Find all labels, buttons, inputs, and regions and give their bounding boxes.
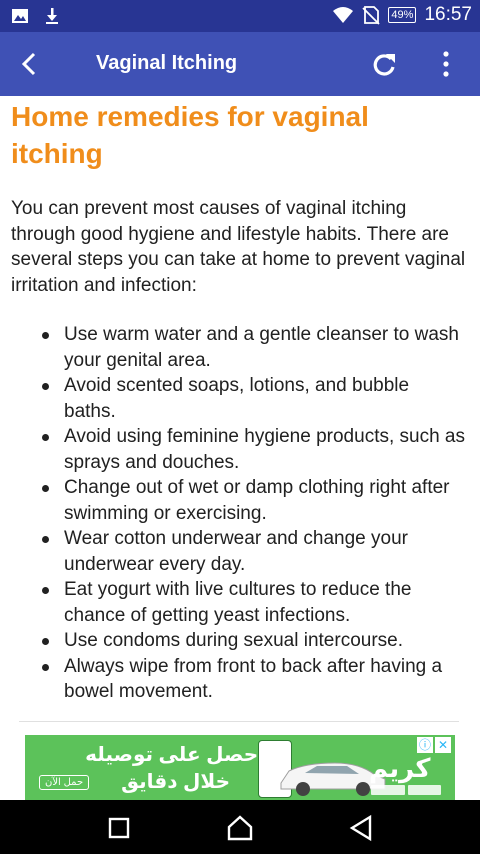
list-item: Use condoms during sexual intercourse. — [11, 628, 466, 654]
list-item: Change out of wet or damp clothing right… — [11, 475, 466, 526]
no-sim-icon — [362, 6, 381, 25]
article-intro: You can prevent most causes of vaginal i… — [11, 198, 466, 296]
ad-headline: احصل على توصيله — [85, 744, 265, 766]
bullet-icon — [42, 663, 49, 671]
status-bar: 49% 16:57 — [0, 0, 480, 32]
bullet-icon — [42, 383, 49, 390]
ad-choices[interactable]: ⓘ ✕ — [417, 737, 451, 753]
list-item-text: Change out of wet or damp clothing right… — [64, 477, 450, 524]
download-icon — [46, 8, 58, 24]
list-item: Avoid scented soaps, lotions, and bubble… — [11, 373, 466, 424]
recent-apps-icon[interactable] — [104, 813, 134, 843]
bullet-icon — [42, 434, 49, 441]
list-item-text: Wear cotton underwear and change your un… — [64, 528, 408, 575]
remedy-list: Use warm water and a gentle cleanser to … — [11, 322, 466, 705]
app-bar: Vaginal Itching — [0, 32, 480, 96]
ad-close-icon[interactable]: ✕ — [435, 737, 451, 753]
store-badges — [371, 785, 441, 795]
list-item-text: Avoid using feminine hygiene products, s… — [64, 426, 466, 473]
system-icons: 49% 16:57 — [332, 4, 472, 26]
ad-subline: خلال دقايق — [121, 771, 230, 793]
article: Home remedies for vaginal itching You ca… — [11, 98, 466, 705]
back-arrow-icon[interactable] — [14, 48, 46, 80]
bullet-icon — [42, 485, 49, 492]
list-item: Avoid using feminine hygiene products, s… — [11, 424, 466, 475]
home-icon[interactable] — [225, 813, 255, 843]
list-item-text: Use condoms during sexual intercourse. — [64, 630, 404, 651]
bullet-icon — [42, 332, 49, 339]
list-item: Eat yogurt with live cultures to reduce … — [11, 577, 466, 628]
ad-banner[interactable]: ⓘ ✕ احصل على توصيله خلال دقايق حمل الآن … — [25, 735, 455, 801]
refresh-icon[interactable] — [369, 50, 399, 80]
article-heading: Home remedies for vaginal itching — [11, 101, 369, 169]
list-item-text: Eat yogurt with live cultures to reduce … — [64, 579, 412, 626]
bullet-icon — [42, 536, 49, 543]
back-icon[interactable] — [346, 813, 376, 843]
battery-icon: 49% — [388, 7, 417, 23]
ad-brand-logo: كريم — [369, 753, 431, 783]
page-title: Vaginal Itching — [96, 52, 238, 74]
more-vert-icon[interactable] — [434, 48, 458, 80]
image-icon — [12, 9, 28, 23]
wifi-icon — [333, 7, 354, 23]
ad-download-button[interactable]: حمل الآن — [39, 775, 90, 790]
notification-icons — [10, 6, 62, 26]
list-item: Always wipe from front to back after hav… — [11, 654, 466, 705]
bullet-icon — [42, 638, 49, 645]
divider — [19, 721, 459, 722]
navigation-bar — [0, 800, 480, 854]
bullet-icon — [42, 587, 49, 594]
status-time: 16:57 — [424, 4, 472, 25]
list-item-text: Use warm water and a gentle cleanser to … — [64, 324, 459, 371]
list-item-text: Always wipe from front to back after hav… — [64, 655, 443, 703]
list-item-text: Avoid scented soaps, lotions, and bubble… — [64, 375, 410, 422]
ad-info-icon[interactable]: ⓘ — [417, 737, 433, 753]
list-item: Use warm water and a gentle cleanser to … — [11, 322, 466, 373]
list-item: Wear cotton underwear and change your un… — [11, 526, 466, 577]
